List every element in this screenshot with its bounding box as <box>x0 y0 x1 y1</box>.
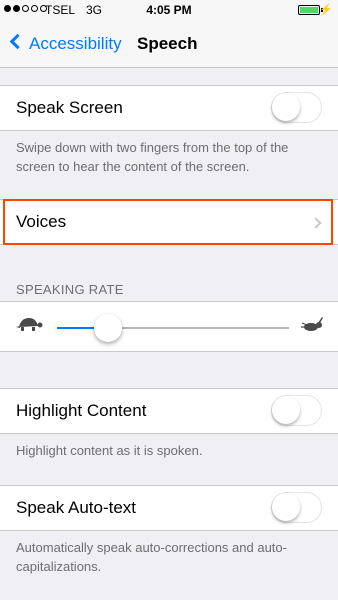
page-title: Speech <box>137 34 198 53</box>
speak-auto-text-footer: Automatically speak auto-corrections and… <box>16 540 287 574</box>
hare-icon <box>301 317 323 331</box>
toggle-knob <box>272 93 300 121</box>
status-time: 4:05 PM <box>146 3 192 17</box>
speak-screen-cell: Speak Screen <box>0 85 338 131</box>
speak-auto-text-label: Speak Auto-text <box>16 498 137 517</box>
speak-auto-text-toggle[interactable] <box>271 492 322 523</box>
speaking-rate-slider[interactable] <box>94 314 122 342</box>
slider-track-empty <box>107 327 289 329</box>
speak-screen-toggle[interactable] <box>271 92 322 123</box>
highlight-content-footer: Highlight content as it is spoken. <box>16 443 203 458</box>
back-button[interactable]: Accessibility <box>29 34 122 54</box>
turtle-icon <box>16 318 43 331</box>
navigation-bar: Accessibility Speech <box>0 20 338 68</box>
voices-highlight-box <box>3 199 333 245</box>
speak-auto-text-cell: Speak Auto-text <box>0 485 338 531</box>
battery-icon <box>298 5 320 15</box>
status-bar: TSEL 3G 4:05 PM ⚡ <box>0 0 338 20</box>
speaking-rate-cell <box>0 301 338 352</box>
speak-screen-label: Speak Screen <box>16 98 123 117</box>
toggle-knob <box>272 493 300 521</box>
speak-screen-footer: Swipe down with two fingers from the top… <box>16 140 289 174</box>
highlight-content-toggle[interactable] <box>271 395 322 426</box>
speaking-rate-header: SPEAKING RATE <box>16 282 124 297</box>
charging-icon: ⚡ <box>319 4 333 16</box>
toggle-knob <box>272 396 300 424</box>
highlight-content-cell: Highlight Content <box>0 388 338 434</box>
back-chevron-icon[interactable] <box>9 33 26 50</box>
highlight-content-label: Highlight Content <box>16 401 147 420</box>
